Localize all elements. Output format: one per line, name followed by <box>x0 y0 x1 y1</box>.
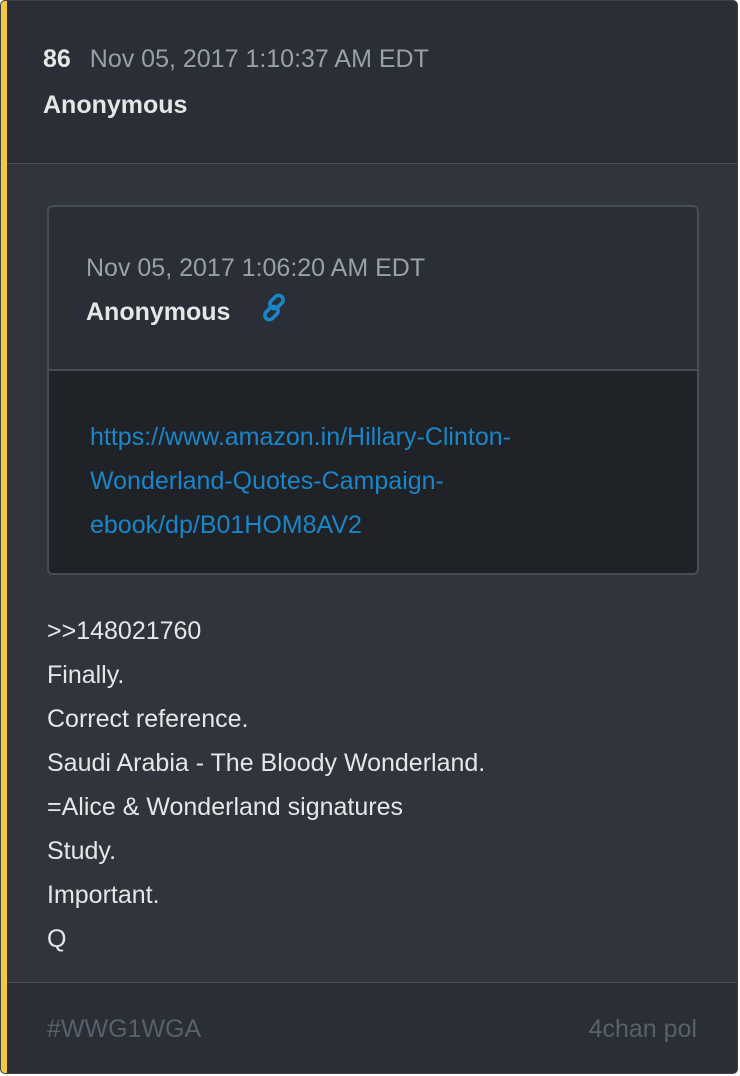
post-body-line: Study. <box>47 837 117 865</box>
footer-source: 4chan pol <box>588 1015 697 1043</box>
quoted-post-link[interactable]: https://www.amazon.in/Hillary-Clinton-Wo… <box>90 415 610 547</box>
post-meta: 86 Nov 05, 2017 1:10:37 AM EDT <box>43 45 429 74</box>
post-number: 86 <box>43 45 71 73</box>
quoted-post-header: Nov 05, 2017 1:06:20 AM EDT Anonymous <box>49 207 697 371</box>
post-body-line: Q <box>47 925 67 953</box>
post-body-line: Important. <box>47 881 160 909</box>
post-body-line: Finally. <box>47 661 125 689</box>
post-body-line: =Alice & Wonderland signatures <box>47 793 403 821</box>
post-author: Anonymous <box>43 91 188 119</box>
post-body-line: Saudi Arabia - The Bloody Wonderland. <box>47 749 486 777</box>
post-footer: #WWG1WGA 4chan pol <box>7 982 737 1073</box>
post-card: 86 Nov 05, 2017 1:10:37 AM EDT Anonymous… <box>0 0 738 1074</box>
link-icon[interactable] <box>261 293 291 323</box>
quoted-post: Nov 05, 2017 1:06:20 AM EDT Anonymous ht… <box>47 205 699 575</box>
post-timestamp: Nov 05, 2017 1:10:37 AM EDT <box>89 45 429 73</box>
post-body-line[interactable]: >>148021760 <box>47 609 485 653</box>
quoted-post-body: https://www.amazon.in/Hillary-Clinton-Wo… <box>49 371 697 573</box>
footer-hashtag[interactable]: #WWG1WGA <box>47 1015 201 1044</box>
quoted-post-author: Anonymous <box>86 298 231 326</box>
post-body: >>148021760 Finally. Correct reference. Sau… <box>47 609 485 961</box>
post-body-line: Correct reference. <box>47 705 249 733</box>
quoted-post-timestamp: Nov 05, 2017 1:06:20 AM EDT <box>86 254 426 282</box>
post-header: 86 Nov 05, 2017 1:10:37 AM EDT Anonymous <box>7 1 737 164</box>
